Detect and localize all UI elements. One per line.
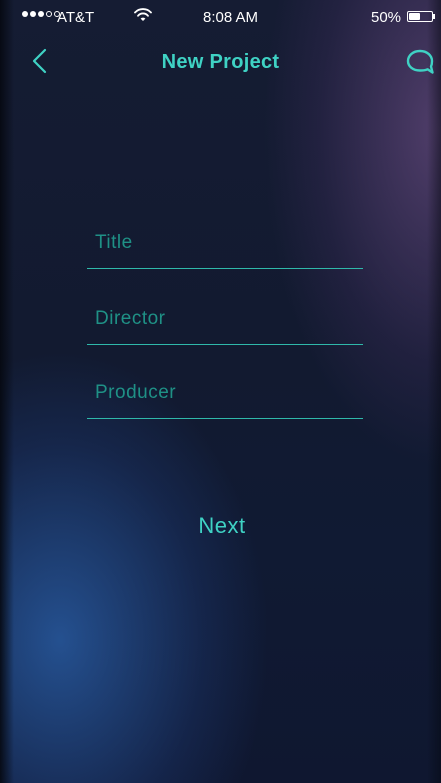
- title-input[interactable]: [95, 232, 355, 254]
- navigation-bar: New Project: [0, 36, 441, 88]
- status-time: 8:08 AM: [203, 9, 259, 26]
- director-field: [87, 297, 363, 345]
- app-screen: AT&T 8:08 AM 50% New Project Title Direc…: [0, 0, 441, 783]
- chat-button[interactable]: [404, 48, 436, 76]
- page-title: New Project: [161, 51, 280, 73]
- wifi-icon: [134, 8, 152, 21]
- signal-dot: [30, 11, 36, 17]
- signal-dot: [46, 11, 52, 17]
- chat-bubble-icon: [406, 49, 434, 74]
- signal-dot: [22, 11, 28, 17]
- battery-terminal: [433, 14, 435, 19]
- signal-strength-icon: [22, 11, 60, 17]
- status-bar: AT&T 8:08 AM 50%: [0, 0, 441, 36]
- director-input[interactable]: [95, 308, 355, 330]
- next-button[interactable]: Next: [170, 508, 274, 544]
- battery-level-fill: [409, 13, 420, 20]
- right-edge-shade: [427, 0, 441, 783]
- battery-percentage: 50%: [371, 9, 402, 26]
- producer-field: [87, 371, 363, 419]
- title-field: [87, 221, 363, 269]
- carrier-name: AT&T: [57, 9, 95, 26]
- battery-icon: [407, 11, 433, 22]
- producer-input[interactable]: [95, 382, 355, 404]
- left-edge-shade: [0, 0, 14, 783]
- signal-dot: [38, 11, 44, 17]
